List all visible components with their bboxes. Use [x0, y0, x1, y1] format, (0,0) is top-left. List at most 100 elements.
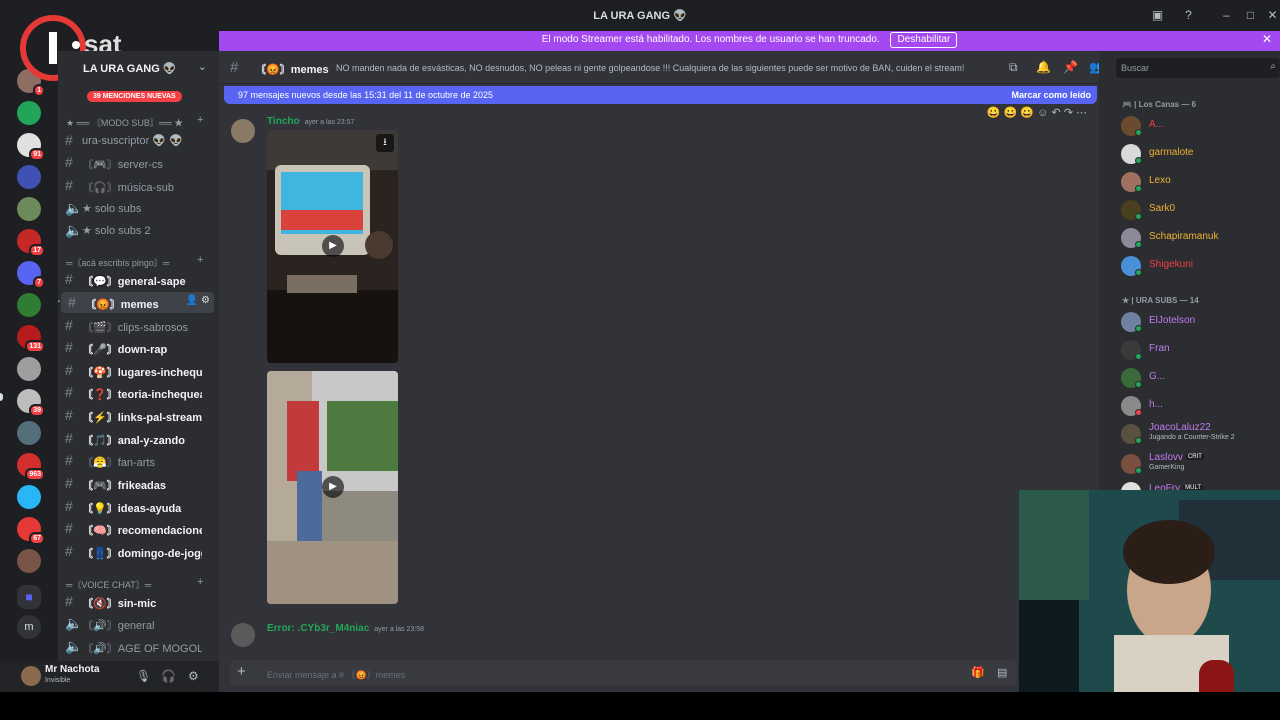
- server-icon[interactable]: 7: [17, 261, 45, 289]
- channel-down-rap[interactable]: ▸#〘🎤〙down-rap: [58, 337, 211, 358]
- member-item[interactable]: Fran: [1121, 338, 1271, 362]
- pin-icon[interactable]: 📌: [1063, 60, 1078, 74]
- minimize-icon[interactable]: –: [1220, 9, 1233, 22]
- gear-icon[interactable]: ⚙: [188, 669, 199, 683]
- message-author[interactable]: Error: .CYb3r_M4niac ayer a las 23:58: [267, 623, 424, 634]
- chevron-down-icon[interactable]: ⌄: [198, 60, 207, 73]
- server-icon[interactable]: [17, 485, 41, 509]
- message-input[interactable]: Enviar mensaje a # 〘😡〙memes: [267, 668, 405, 681]
- gif-icon[interactable]: ▤: [997, 666, 1007, 679]
- inbox-icon[interactable]: ▣: [1151, 9, 1164, 22]
- server-icon[interactable]: [17, 197, 41, 221]
- avatar[interactable]: [231, 119, 255, 143]
- category-aca-escribis[interactable]: ═〘acá escribís pingo〙═ +: [66, 254, 203, 269]
- add-channel-icon[interactable]: +: [197, 576, 203, 588]
- close-banner-icon[interactable]: ✕: [1262, 31, 1272, 48]
- channel-ideas-ayuda[interactable]: ▸#〘💡〙ideas-ayuda: [58, 496, 211, 517]
- server-icon[interactable]: [17, 293, 41, 317]
- add-reaction-icon[interactable]: ☺: [1037, 107, 1048, 119]
- forward-icon[interactable]: ↷: [1064, 107, 1073, 119]
- channel-teoria[interactable]: ▸#〘❓〙teoria-inchequea...: [58, 382, 211, 403]
- help-icon[interactable]: ?: [1182, 9, 1195, 22]
- bell-icon[interactable]: 🔔: [1036, 60, 1051, 74]
- member-item[interactable]: Laslovv CRIT GamerKing: [1121, 452, 1271, 476]
- server-icon[interactable]: 67: [17, 517, 45, 545]
- username[interactable]: Mr Nachota: [45, 664, 99, 675]
- author-name[interactable]: Error: .CYb3r_M4niac: [267, 623, 369, 634]
- play-icon[interactable]: ▶: [322, 235, 344, 257]
- server-icon[interactable]: 17: [17, 229, 45, 257]
- member-item[interactable]: Shigekuni: [1121, 254, 1271, 278]
- add-attachment-icon[interactable]: +: [237, 663, 246, 680]
- server-icon[interactable]: 91: [17, 133, 45, 161]
- channel-memes[interactable]: ▸ # 〘😡〙memes 👤 ⚙: [58, 292, 214, 313]
- channel-clips-sabrosos[interactable]: # 〘🎬〙clips-sabrosos: [58, 315, 211, 336]
- member-item[interactable]: Schapiramanuk: [1121, 226, 1271, 250]
- channel-recomendaciones[interactable]: ▸#〘🧠〙recomendaciones: [58, 518, 211, 539]
- video-attachment[interactable]: ⭳ ▶: [267, 130, 398, 363]
- channel-solo-subs-2[interactable]: 🔈 ★ solo subs 2: [58, 220, 211, 241]
- add-channel-icon[interactable]: +: [197, 114, 203, 126]
- channel-settings-icon[interactable]: 👤 ⚙: [186, 295, 210, 306]
- member-item[interactable]: Lexo: [1121, 170, 1271, 194]
- server-name[interactable]: LA URA GANG 👽: [83, 62, 177, 75]
- channel-solo-subs[interactable]: 🔈 ★ solo subs: [58, 198, 211, 219]
- play-icon[interactable]: ▶: [322, 476, 344, 498]
- channel-sin-mic[interactable]: ▸#〘🔇〙sin-mic: [58, 591, 211, 612]
- more-icon[interactable]: ⋯: [1076, 107, 1087, 119]
- channel-fan-arts[interactable]: # 〘😤〙fan-arts: [58, 450, 211, 471]
- member-item[interactable]: JoacoLaluz22 Jugando a Counter-Strike 2: [1121, 422, 1271, 446]
- close-window-icon[interactable]: ✕: [1266, 9, 1279, 22]
- channel-general-sape[interactable]: ▸#〘💬〙general-sape: [58, 269, 211, 290]
- channel-server-cs[interactable]: # 〘🎮〙server-cs: [58, 152, 211, 173]
- download-icon[interactable]: ⭳: [376, 134, 394, 152]
- member-item[interactable]: Sark0: [1121, 198, 1271, 222]
- server-icon[interactable]: 963: [17, 453, 45, 481]
- member-item[interactable]: ElJotelson: [1121, 310, 1271, 334]
- server-icon[interactable]: [17, 357, 41, 381]
- channel-ura-suscriptor[interactable]: # ura-suscriptor 👽 👽: [58, 130, 211, 151]
- channel-domingo-de-joggin[interactable]: ▸#〘👖〙domingo-de-joggin: [58, 541, 211, 562]
- channel-links-pal-stream[interactable]: ▸#〘⚡〙links-pal-stream: [58, 405, 211, 426]
- maximize-icon[interactable]: □: [1244, 9, 1257, 22]
- server-icon[interactable]: [17, 165, 41, 189]
- server-icon[interactable]: [17, 421, 41, 445]
- channel-lugares[interactable]: ▸#〘🍄〙lugares-inchequ...: [58, 360, 211, 381]
- server-icon[interactable]: [17, 549, 41, 573]
- search-input[interactable]: Buscar: [1121, 63, 1149, 73]
- microphone-icon[interactable]: 🎙: [136, 669, 151, 683]
- search-box[interactable]: Buscar ⌕: [1116, 58, 1280, 78]
- gift-icon[interactable]: 🎁: [971, 666, 985, 679]
- author-name[interactable]: Tincho: [267, 116, 300, 127]
- channel-frikeadas[interactable]: ▸#〘🎮〙frikeadas: [58, 473, 211, 494]
- reaction-icon[interactable]: 😀: [987, 107, 1001, 119]
- channel-general-voice[interactable]: 🔈 〘🔊〙general: [58, 613, 211, 634]
- video-attachment[interactable]: ▶: [267, 371, 398, 604]
- channel-topic[interactable]: NO manden nada de esvásticas, NO desnudo…: [336, 63, 1016, 73]
- reply-icon[interactable]: ↶: [1051, 107, 1060, 119]
- channel-age-of-mogol[interactable]: 🔈 〘🔊〙AGE OF MOGOL...: [58, 636, 211, 657]
- category-modo-sub[interactable]: ★ ══ 〘MODO SUB〙══ ★ +: [66, 114, 203, 129]
- add-channel-icon[interactable]: +: [197, 254, 203, 266]
- reaction-icon[interactable]: 😀: [1020, 107, 1034, 119]
- message-author[interactable]: Tincho ayer a las 23:57: [267, 116, 354, 127]
- mentions-badge[interactable]: 39 MENCIONES NUEVAS: [87, 91, 182, 102]
- channel-musica-sub[interactable]: # 〘🎧〙música-sub: [58, 175, 211, 196]
- avatar[interactable]: [21, 666, 41, 686]
- member-item[interactable]: A...: [1121, 114, 1271, 138]
- avatar[interactable]: [231, 623, 255, 647]
- server-icon[interactable]: 39: [17, 389, 45, 417]
- message-composer[interactable]: + Enviar mensaje a # 〘😡〙memes 🎁 ▤: [230, 660, 1017, 686]
- category-voice-chat[interactable]: ═〘VOICE CHAT〙═ +: [66, 576, 203, 591]
- headphones-icon[interactable]: 🎧: [161, 669, 176, 683]
- folder-icon[interactable]: ■: [17, 585, 41, 609]
- disable-streamer-button[interactable]: Deshabilitar: [890, 31, 958, 48]
- channel-anal-y-zando[interactable]: ▸#〘🎵〙anal-y-zando: [58, 428, 211, 449]
- member-item[interactable]: garmalote: [1121, 142, 1271, 166]
- reaction-icon[interactable]: 😀: [1004, 107, 1018, 119]
- new-messages-bar[interactable]: 97 mensajes nuevos desde las 15:31 del 1…: [224, 86, 1097, 104]
- server-icon[interactable]: 131: [17, 325, 45, 353]
- server-icon[interactable]: m: [17, 615, 41, 639]
- mark-read-button[interactable]: Marcar como leído: [1011, 90, 1091, 100]
- member-item[interactable]: G...: [1121, 366, 1271, 390]
